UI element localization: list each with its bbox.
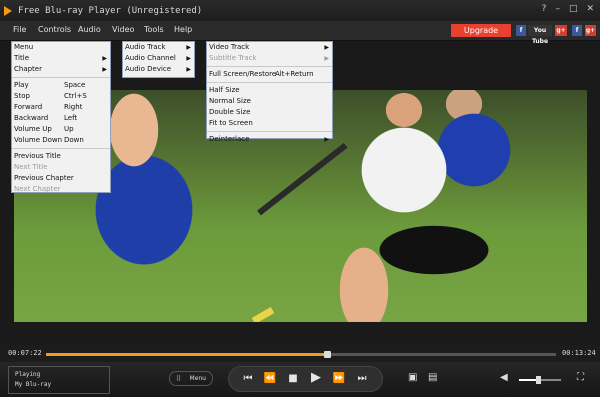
menu-item-double-size[interactable]: Double Size (207, 107, 332, 118)
upgrade-button[interactable]: Upgrade (451, 24, 511, 37)
volume-slider-thumb[interactable] (535, 376, 541, 384)
menu-tools[interactable]: Tools (144, 25, 164, 34)
menu-item-previous-chapter[interactable]: Previous Chapter (12, 173, 110, 184)
menu-item-chapter[interactable]: Chapter ▶ (12, 64, 110, 75)
minimize-button[interactable]: – (555, 4, 560, 14)
elapsed-time: 00:07:22 (8, 349, 42, 357)
next-icon[interactable]: ⏭ (355, 373, 369, 385)
submenu-arrow-icon: ▶ (102, 55, 107, 62)
menu-item-audio-channel[interactable]: Audio Channel ▶ (123, 53, 194, 64)
fast-forward-icon[interactable]: ⏩ (332, 373, 346, 385)
facebook-icon[interactable]: f (572, 25, 582, 36)
menu-help[interactable]: Help (174, 25, 192, 34)
window-controls: ? – □ ✕ (542, 4, 594, 14)
menu-separator (12, 77, 110, 78)
menu-item-audio-device[interactable]: Audio Device ▶ (123, 64, 194, 75)
folder-icon[interactable]: ▤ (428, 372, 437, 383)
menu-item-title[interactable]: Title ▶ (12, 53, 110, 64)
submenu-arrow-icon: ▶ (324, 44, 329, 51)
submenu-arrow-icon: ▶ (324, 55, 329, 62)
audio-submenu: Audio Track ▶ Audio Channel ▶ Audio Device… (122, 41, 195, 78)
hockey-stick (257, 142, 348, 216)
play-icon[interactable]: ▶ (309, 371, 323, 384)
menu-item-subtitle-track: Subtitle Track ▶ (209, 54, 329, 62)
menu-item-next-chapter: Next Chapter (14, 185, 61, 193)
menu-item-backward[interactable]: Backward Left (12, 113, 110, 124)
rewind-icon[interactable]: ⏪ (263, 373, 277, 385)
menu-item-next-title: Next Title (14, 163, 48, 171)
menu-item-play[interactable]: Play Space (12, 80, 110, 91)
close-button[interactable]: ✕ (586, 4, 594, 14)
now-playing-disc: My Blu-ray (15, 381, 52, 388)
menu-separator (207, 131, 332, 132)
menu-item-fit-to-screen[interactable]: Fit to Screen (207, 118, 332, 129)
menu-audio[interactable]: Audio (78, 25, 101, 34)
seek-bar-fill (46, 353, 327, 356)
submenu-arrow-icon: ▶ (186, 44, 191, 51)
submenu-arrow-icon: ▶ (186, 66, 191, 73)
menu-separator (207, 82, 332, 83)
volume-slider[interactable] (519, 376, 561, 384)
maximize-button[interactable]: □ (569, 4, 578, 14)
menu-file[interactable]: File (13, 25, 26, 34)
fullscreen-icon[interactable]: ⛶ (577, 372, 584, 383)
submenu-arrow-icon: ▶ (186, 55, 191, 62)
menu-item-previous-title[interactable]: Previous Title (12, 151, 110, 162)
disc-menu-button[interactable]: ⠿ Menu (169, 371, 213, 386)
menu-item-volume-up[interactable]: Volume Up Up (12, 124, 110, 135)
volume-icon[interactable]: ◀ (500, 372, 508, 383)
stop-icon[interactable]: ■ (286, 373, 300, 385)
grid-icon: ⠿ (176, 375, 182, 383)
menu-item-stop[interactable]: Stop Ctrl+S (12, 91, 110, 102)
hockey-stick-tip (251, 306, 275, 322)
menu-separator (207, 66, 332, 67)
menu-item-normal-size[interactable]: Normal Size (207, 96, 332, 107)
video-submenu: Video Track ▶ Subtitle Track ▶ Full Screen… (206, 41, 333, 143)
menu-item-full-screen[interactable]: Full Screen/Restore Alt+Return (207, 69, 332, 80)
control-bar: Playing My Blu-ray ⠿ Menu ⏮ ⏪ ■ ▶ ⏩ ⏭ ▣ … (0, 362, 600, 397)
now-playing-label: Playing (15, 371, 41, 378)
snapshot-icon[interactable]: ▣ (408, 372, 417, 383)
seek-bar[interactable] (46, 351, 556, 358)
menu-item-deinterlace[interactable]: Deinterlace ▶ (207, 134, 332, 145)
previous-icon[interactable]: ⏮ (241, 373, 255, 385)
menu-item-volume-down[interactable]: Volume Down Down (12, 135, 110, 146)
facebook-icon[interactable]: f (516, 25, 526, 36)
app-logo-icon (4, 5, 12, 16)
google-plus-icon[interactable]: g+ (585, 25, 596, 36)
now-playing-panel: Playing My Blu-ray (8, 366, 110, 394)
youtube-icon[interactable]: You Tube (528, 25, 552, 45)
title-bar: Free Blu-ray Player (Unregistered) ? – □… (0, 0, 600, 21)
total-time: 00:13:24 (562, 349, 596, 357)
disc-menu-label: Menu (189, 375, 206, 382)
menu-item-video-track[interactable]: Video Track ▶ (207, 42, 332, 53)
submenu-arrow-icon: ▶ (324, 136, 329, 143)
menu-item-audio-track[interactable]: Audio Track ▶ (123, 42, 194, 53)
submenu-arrow-icon: ▶ (102, 66, 107, 73)
menu-item-menu[interactable]: Menu (12, 42, 110, 53)
seek-bar-thumb[interactable] (323, 351, 331, 358)
menu-separator (12, 148, 110, 149)
menu-bar: File Controls Audio Video Tools Help Upg… (0, 21, 600, 45)
transport-controls: ⏮ ⏪ ■ ▶ ⏩ ⏭ (228, 366, 383, 392)
help-window-button[interactable]: ? (542, 4, 547, 14)
google-plus-icon[interactable]: g+ (555, 25, 567, 36)
menu-item-half-size[interactable]: Half Size (207, 85, 332, 96)
menu-video[interactable]: Video (112, 25, 134, 34)
menu-controls[interactable]: Controls (38, 25, 71, 34)
context-menu: Menu Title ▶ Chapter ▶ Play Space Stop Ctrl+… (11, 41, 111, 193)
window-title: Free Blu-ray Player (Unregistered) (18, 5, 203, 16)
menu-item-forward[interactable]: Forward Right (12, 102, 110, 113)
progress-area: 00:07:22 00:13:24 (0, 345, 600, 362)
